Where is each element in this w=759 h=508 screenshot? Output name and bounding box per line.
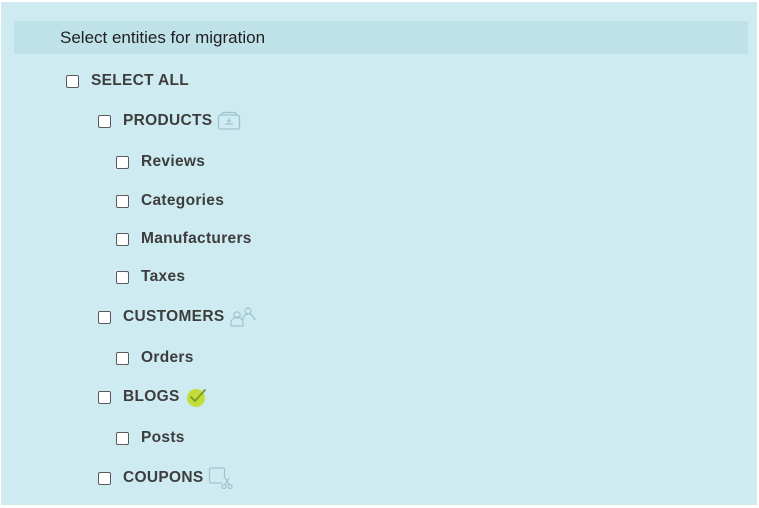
categories-checkbox[interactable]: [116, 194, 129, 208]
manufacturers-checkbox[interactable]: [116, 232, 129, 246]
list-item[interactable]: Reviews: [116, 150, 205, 174]
list-item[interactable]: Taxes: [116, 265, 185, 289]
categories-label: Categories: [141, 192, 225, 209]
panel-title: Select entities for migration: [60, 28, 266, 47]
orders-checkbox[interactable]: [116, 351, 129, 365]
panel-header: Select entities for migration: [14, 21, 748, 54]
group-products-row[interactable]: PRODUCTS: [98, 109, 241, 133]
customers-checkbox[interactable]: [98, 310, 111, 324]
taxes-checkbox[interactable]: [116, 270, 129, 284]
list-item[interactable]: Categories: [116, 189, 224, 213]
coupons-label: COUPONS: [123, 469, 204, 486]
manufacturers-label: Manufacturers: [141, 230, 252, 247]
posts-label: Posts: [141, 429, 185, 446]
box-icon: [217, 111, 241, 131]
reviews-checkbox[interactable]: [116, 155, 129, 169]
list-item[interactable]: Manufacturers: [116, 227, 252, 251]
orders-label: Orders: [141, 349, 194, 366]
reviews-label: Reviews: [141, 153, 206, 170]
blogs-checkbox[interactable]: [98, 390, 111, 404]
list-item[interactable]: Posts: [116, 426, 185, 450]
customers-label: CUSTOMERS: [123, 308, 225, 325]
select-all-label: SELECT ALL: [91, 72, 190, 89]
select-all-checkbox[interactable]: [66, 74, 79, 88]
migration-entities-panel: Select entities for migration SELECT ALL…: [1, 2, 757, 505]
users-icon: [229, 306, 257, 328]
taxes-label: Taxes: [141, 268, 186, 285]
group-coupons-row[interactable]: COUPONS: [98, 466, 234, 490]
products-checkbox[interactable]: [98, 114, 111, 128]
check-badge-icon: [185, 386, 209, 408]
coupon-scissors-icon: [208, 466, 234, 490]
posts-checkbox[interactable]: [116, 431, 129, 445]
list-item[interactable]: Orders: [116, 346, 194, 370]
group-blogs-row[interactable]: BLOGS: [98, 385, 209, 409]
select-all-row[interactable]: SELECT ALL: [66, 69, 189, 93]
blogs-label: BLOGS: [123, 388, 180, 405]
products-label: PRODUCTS: [123, 112, 213, 129]
group-customers-row[interactable]: CUSTOMERS: [98, 305, 257, 329]
coupons-checkbox[interactable]: [98, 471, 111, 485]
